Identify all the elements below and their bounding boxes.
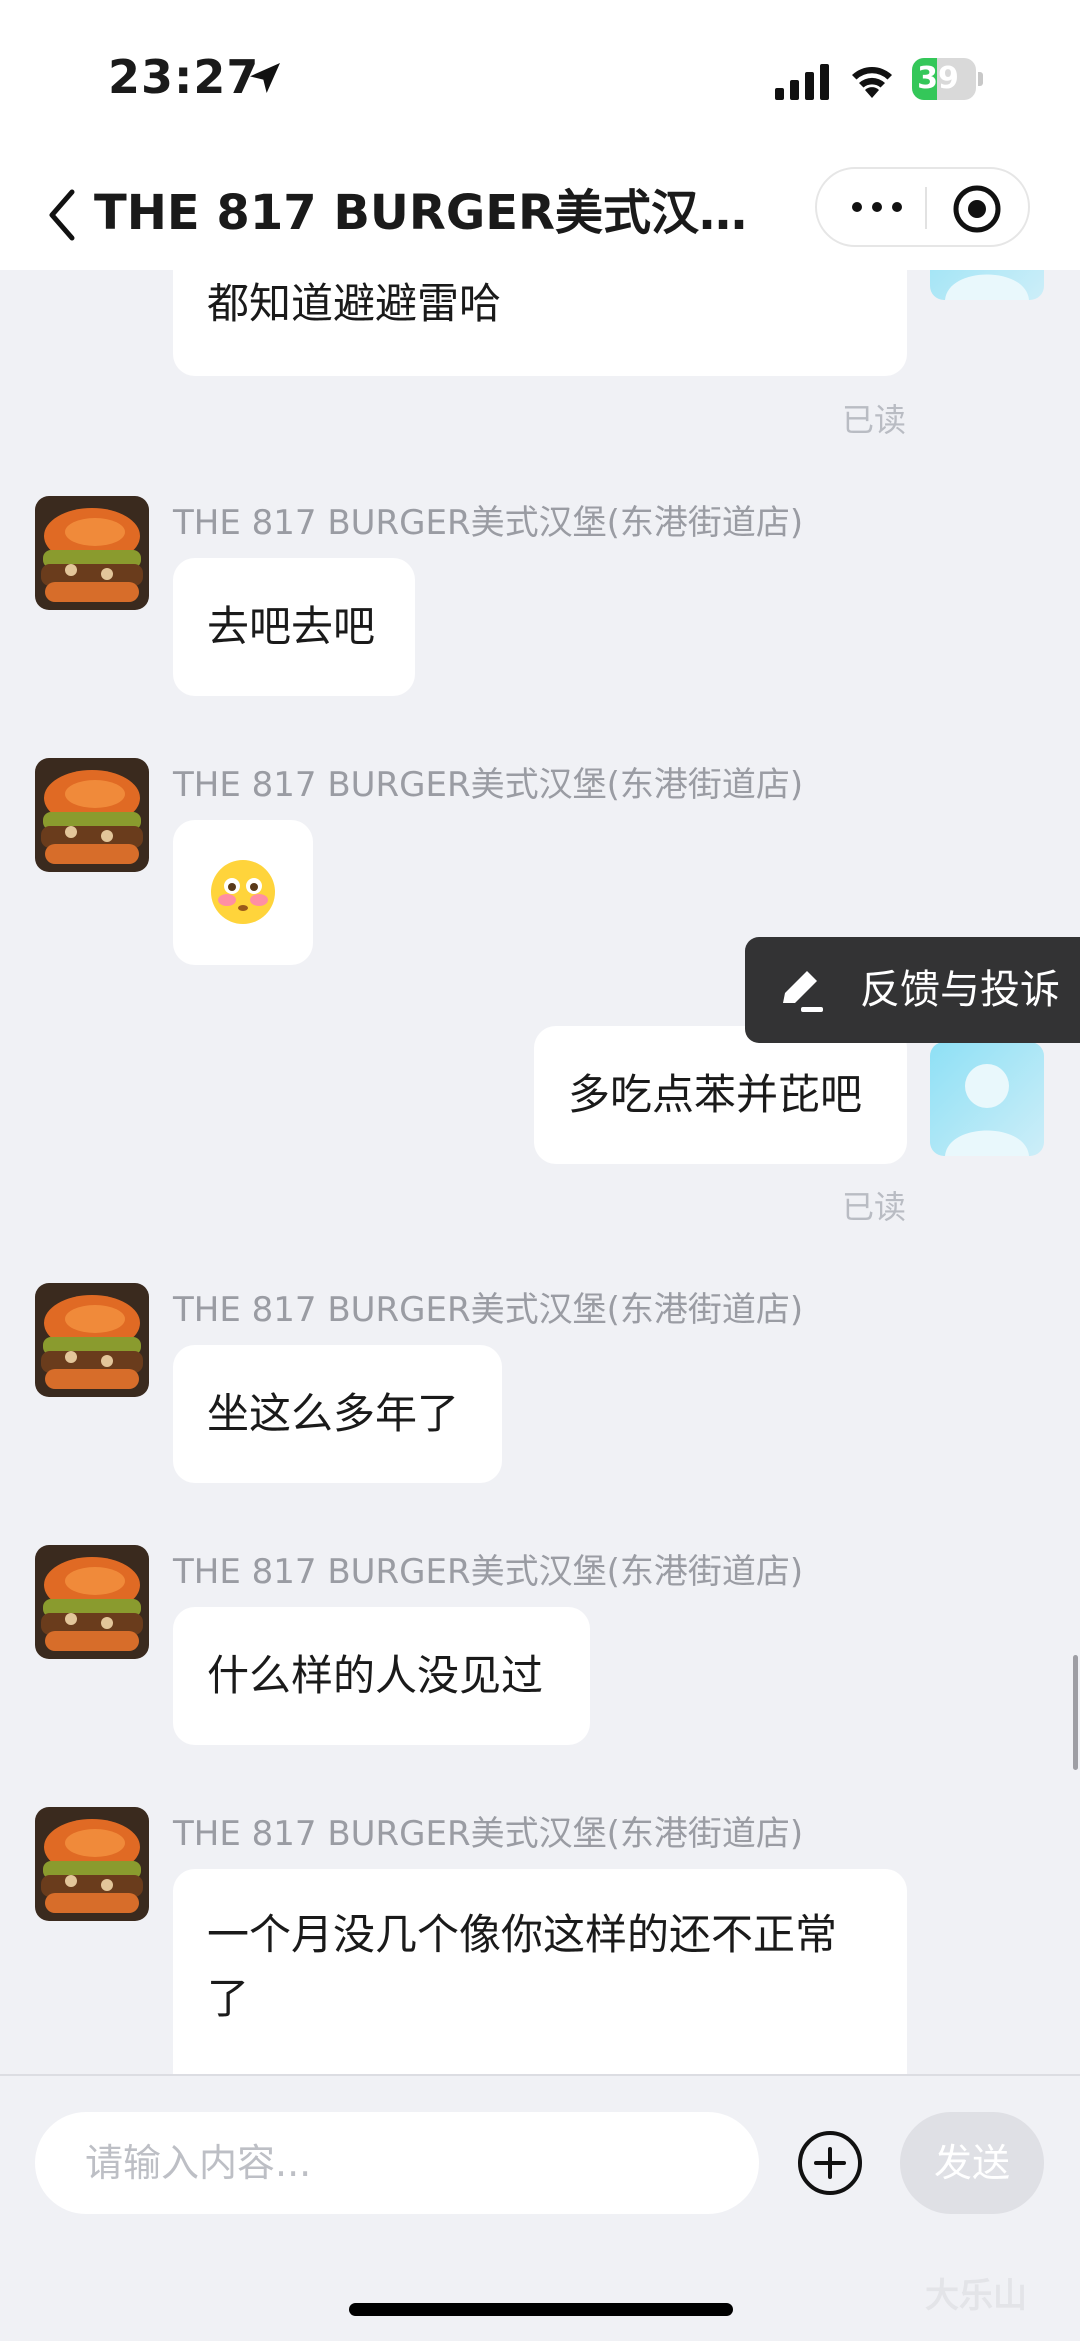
battery-body: 39 xyxy=(912,58,976,100)
battery-text: 39 xyxy=(917,61,959,96)
message-text: 坐这么多年了 xyxy=(207,1389,460,1438)
message-bubble-user: 多吃点苯并芘吧 xyxy=(534,1026,907,1164)
home-indicator[interactable] xyxy=(349,2303,733,2316)
message-text: 多吃点苯并芘吧 xyxy=(568,1070,863,1119)
send-button[interactable]: 发送 xyxy=(900,2112,1044,2214)
message-text: 去吧去吧 xyxy=(207,602,376,651)
message-bubble-shop: 坐这么多年了 xyxy=(173,1345,502,1483)
input-bar: 发送 大乐山 xyxy=(0,2074,1080,2341)
read-receipt: 已读 xyxy=(842,1188,907,1226)
shop-avatar[interactable] xyxy=(35,1545,149,1659)
target-icon[interactable] xyxy=(951,183,1003,235)
sender-name: THE 817 BURGER美式汉堡(东港街道店) xyxy=(173,503,804,543)
burger-avatar-icon xyxy=(35,1545,149,1659)
mini-program-capsule xyxy=(815,167,1030,247)
burger-avatar-icon xyxy=(35,1283,149,1397)
message-text-line: 一个月没几个像你这样的还不正常 xyxy=(207,1910,838,1959)
user-avatar-icon xyxy=(930,270,1044,300)
more-icon[interactable] xyxy=(847,191,907,223)
chat-title: THE 817 BURGER美式汉… xyxy=(94,185,747,241)
shop-avatar[interactable] xyxy=(35,758,149,872)
message-bubble-user: 都知道避避雷哈 xyxy=(173,270,907,376)
read-receipt: 已读 xyxy=(842,401,907,439)
nav-bar: THE 817 BURGER美式汉… xyxy=(0,160,1080,270)
back-icon[interactable] xyxy=(40,182,84,248)
watermark: 大乐山 xyxy=(925,2276,1027,2316)
battery-icon: 39 xyxy=(912,58,984,100)
user-avatar xyxy=(930,1042,1044,1156)
battery-cap xyxy=(978,72,983,86)
capsule-divider xyxy=(925,187,927,229)
feedback-button[interactable]: 反馈与投诉 xyxy=(745,937,1080,1043)
message-text: 都知道避避雷哈 xyxy=(207,279,502,328)
burger-avatar-icon xyxy=(35,496,149,610)
wifi-icon xyxy=(852,67,892,98)
status-bar: 23:27 39 xyxy=(0,0,1080,160)
shop-avatar[interactable] xyxy=(35,496,149,610)
status-time: 23:27 xyxy=(108,50,260,104)
message-input[interactable] xyxy=(35,2112,759,2214)
message-text: 什么样的人没见过 xyxy=(207,1651,544,1700)
burger-avatar-icon xyxy=(35,758,149,872)
sender-name: THE 817 BURGER美式汉堡(东港街道店) xyxy=(173,1552,804,1592)
user-avatar-icon xyxy=(930,1042,1044,1156)
shop-avatar[interactable] xyxy=(35,1807,149,1921)
signal-icon xyxy=(775,64,829,100)
message-bubble-shop: 一个月没几个像你这样的还不正常 了 xyxy=(173,1869,907,2074)
plus-circle-icon[interactable] xyxy=(796,2129,864,2197)
chat-area[interactable]: 都知道避避雷哈 已读 THE 817 BURGER美式汉堡(东港街道店) 去吧去… xyxy=(0,270,1080,2074)
shop-avatar[interactable] xyxy=(35,1283,149,1397)
location-arrow-icon xyxy=(250,63,280,93)
burger-avatar-icon xyxy=(35,1807,149,1921)
feedback-label: 反馈与投诉 xyxy=(860,967,1060,1013)
scrollbar[interactable] xyxy=(1073,1655,1078,1770)
message-bubble-shop: 去吧去吧 xyxy=(173,558,415,696)
sender-name: THE 817 BURGER美式汉堡(东港街道店) xyxy=(173,1814,804,1854)
message-bubble-shop: 什么样的人没见过 xyxy=(173,1607,590,1745)
user-avatar xyxy=(930,270,1044,300)
edit-pen-icon xyxy=(783,971,823,1012)
sender-name: THE 817 BURGER美式汉堡(东港街道店) xyxy=(173,765,804,805)
flushed-emoji-icon xyxy=(211,860,275,924)
sender-name: THE 817 BURGER美式汉堡(东港街道店) xyxy=(173,1290,804,1330)
message-bubble-shop xyxy=(173,820,313,965)
message-text-line: 了 xyxy=(207,1974,250,2023)
